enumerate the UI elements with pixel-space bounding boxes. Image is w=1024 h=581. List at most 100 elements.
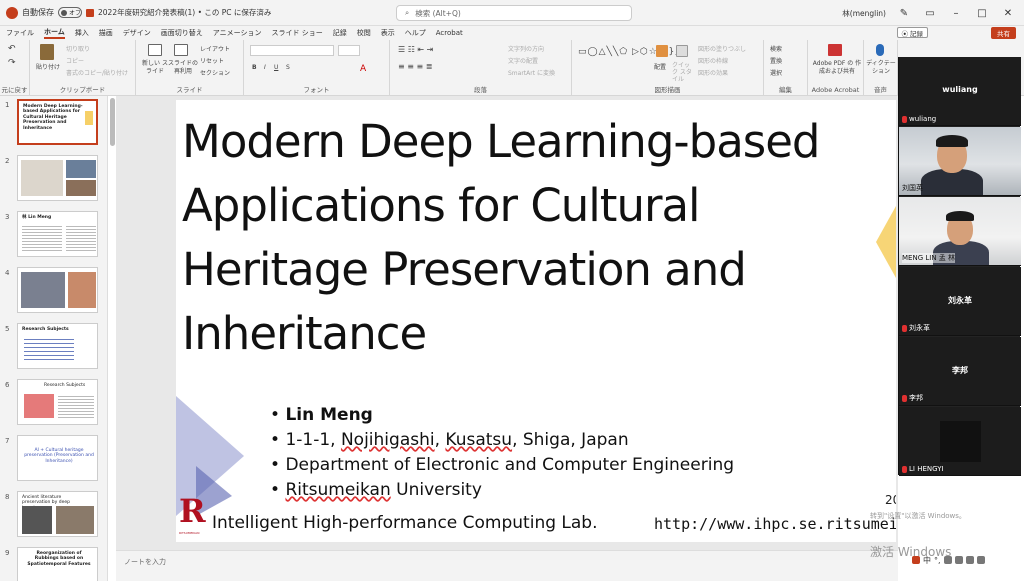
find-button[interactable]: 検索: [770, 44, 782, 53]
ribbon-display-icon[interactable]: ▭: [922, 8, 938, 19]
thumbnail-number: 5: [5, 325, 10, 333]
paste-button[interactable]: 貼り付け: [36, 62, 60, 71]
notes-pane[interactable]: ノートを入力: [116, 550, 898, 581]
dictate-button[interactable]: ディクテー ション: [865, 60, 897, 76]
section-button[interactable]: セクション: [200, 68, 230, 77]
tab-slideshow[interactable]: スライド ショー: [272, 28, 323, 38]
paragraph-group-label: 段落: [474, 86, 487, 94]
participant-tile[interactable]: wuliang wuliang: [899, 57, 1021, 126]
thumbnail-photo-image: [22, 506, 52, 534]
participant-video-tile[interactable]: 刘国英: [899, 127, 1021, 196]
thumbnail-number: 6: [5, 381, 10, 389]
lab-url: http://www.ihpc.se.ritsumei.ac.jp: [654, 515, 896, 533]
maximize-button[interactable]: □: [974, 8, 990, 19]
record-button[interactable]: ⦿ 記録: [896, 27, 928, 38]
gear-icon[interactable]: [976, 556, 985, 564]
tab-view[interactable]: 表示: [381, 28, 395, 38]
tab-insert[interactable]: 挿入: [75, 28, 89, 38]
share-button[interactable]: 共有: [991, 27, 1016, 39]
thumbnail-photo-image: [66, 180, 96, 196]
tab-acrobat[interactable]: Acrobat: [436, 29, 463, 37]
tab-draw[interactable]: 描画: [99, 28, 113, 38]
shape-outline-button[interactable]: 図形の枠線: [698, 56, 728, 65]
underline-icon[interactable]: U: [274, 64, 278, 71]
thumbnail-decoration: [85, 111, 93, 125]
microphone-icon[interactable]: [876, 44, 884, 56]
shape-fill-button[interactable]: 図形の塗りつぶし: [698, 44, 746, 53]
font-group-label: フォント: [303, 86, 330, 94]
punctuation-icon[interactable]: °,: [934, 556, 941, 565]
paragraph-group: ☰ ☷ ⇤ ⇥ ≡ ≡ ≡ ≣ 文字列の方向 文字の配置 SmartArt に変…: [390, 40, 572, 96]
app-tray-icon[interactable]: [912, 556, 920, 564]
quick-styles-icon[interactable]: [676, 45, 688, 57]
tab-home[interactable]: ホーム: [44, 27, 65, 39]
slide-bullets[interactable]: • Lin Meng • 1-1-1, Nojihigashi, Kusatsu…: [270, 403, 734, 503]
cut-button[interactable]: 切り取り: [66, 44, 90, 53]
shapes-gallery[interactable]: ▭◯△╲╲⬠ ▷⬡☆{ }⤴: [578, 44, 685, 57]
font-color-icon[interactable]: A: [360, 64, 366, 74]
align-icons[interactable]: ≡ ≡ ≡ ≣: [398, 62, 432, 71]
align-text-button[interactable]: 文字の配置: [508, 56, 538, 65]
participant-tile[interactable]: LI HENGYI: [899, 407, 1021, 476]
undo-icon[interactable]: ↶: [8, 44, 16, 54]
minimize-button[interactable]: –: [948, 8, 964, 19]
arrange-button[interactable]: 配置: [654, 62, 666, 71]
tab-help[interactable]: ヘルプ: [405, 28, 426, 38]
smartart-button[interactable]: SmartArt に変換: [508, 68, 555, 77]
text-direction-button[interactable]: 文字列の方向: [508, 44, 544, 53]
format-painter-button[interactable]: 書式のコピー/貼り付け: [66, 68, 128, 77]
thumbnail-title: Research Subjects: [44, 383, 86, 388]
user-tray-icon[interactable]: [965, 556, 974, 564]
tab-file[interactable]: ファイル: [6, 28, 34, 38]
user-name[interactable]: 林(menglin): [842, 8, 886, 19]
adobe-pdf-icon[interactable]: [828, 44, 842, 56]
tab-review[interactable]: 校閲: [357, 28, 371, 38]
reset-button[interactable]: リセット: [200, 56, 224, 65]
bullet-text: Department of Electronic and Computer En…: [285, 455, 735, 475]
new-slide-button[interactable]: 新しい スライド: [140, 60, 170, 76]
tab-animations[interactable]: アニメーション: [213, 28, 262, 38]
close-button[interactable]: ✕: [1000, 8, 1016, 19]
participant-video-tile[interactable]: MENG LIN 孟 林: [899, 197, 1021, 266]
ime-indicator[interactable]: 中: [923, 555, 931, 566]
participant-tile[interactable]: 刘永革 刘永革: [899, 267, 1021, 336]
current-slide[interactable]: Modern Deep Learning-based Applications …: [176, 100, 896, 542]
settings-tray-icon[interactable]: [943, 556, 952, 564]
bullets-icon[interactable]: ☰ ☷ ⇤ ⇥: [398, 45, 433, 54]
select-button[interactable]: 選択: [770, 68, 782, 77]
voice-group: ディクテー ション 音声: [864, 40, 898, 96]
layout-button[interactable]: レイアウト: [200, 44, 230, 53]
font-group: B I U S A フォント: [244, 40, 390, 96]
font-size-select[interactable]: [338, 45, 360, 56]
shadow-icon[interactable]: S: [286, 64, 290, 71]
quick-styles-button[interactable]: クイック スタイル: [672, 62, 692, 83]
font-name-select[interactable]: [250, 45, 334, 56]
reuse-slide-button[interactable]: スライドの 再利用: [168, 60, 198, 76]
adobe-pdf-button[interactable]: Adobe PDF の 作成および共有: [812, 60, 862, 76]
tab-transitions[interactable]: 画面切り替え: [161, 28, 203, 38]
reuse-slide-icon[interactable]: [174, 44, 188, 56]
save-icon[interactable]: [86, 8, 94, 17]
italic-icon[interactable]: I: [264, 64, 266, 71]
participant-label: 刘永革: [909, 324, 930, 332]
paste-icon[interactable]: [40, 44, 54, 60]
pen-icon[interactable]: ✎: [896, 8, 912, 19]
participant-tile[interactable]: 李邦 李邦: [899, 337, 1021, 406]
keyboard-tray-icon[interactable]: [954, 556, 963, 564]
thumbnails-scrollbar[interactable]: [110, 98, 115, 146]
copy-button[interactable]: コピー: [66, 56, 84, 65]
participant-hair: [936, 135, 968, 147]
replace-button[interactable]: 置換: [770, 56, 782, 65]
tab-record[interactable]: 記録: [333, 28, 347, 38]
slide-title[interactable]: Modern Deep Learning-based Applications …: [182, 110, 882, 366]
thumbnail-number: 4: [5, 269, 10, 277]
bullet-text: Ritsumeikan University: [285, 480, 482, 500]
new-slide-icon[interactable]: [148, 44, 162, 56]
arrange-icon[interactable]: [656, 45, 668, 57]
shape-effects-button[interactable]: 図形の効果: [698, 68, 728, 77]
redo-icon[interactable]: ↷: [8, 58, 16, 68]
autosave-toggle[interactable]: オフ: [58, 7, 82, 18]
search-box[interactable]: ⌕ 検索 (Alt+Q): [396, 5, 632, 21]
bold-icon[interactable]: B: [252, 64, 257, 71]
tab-design[interactable]: デザイン: [123, 28, 151, 38]
